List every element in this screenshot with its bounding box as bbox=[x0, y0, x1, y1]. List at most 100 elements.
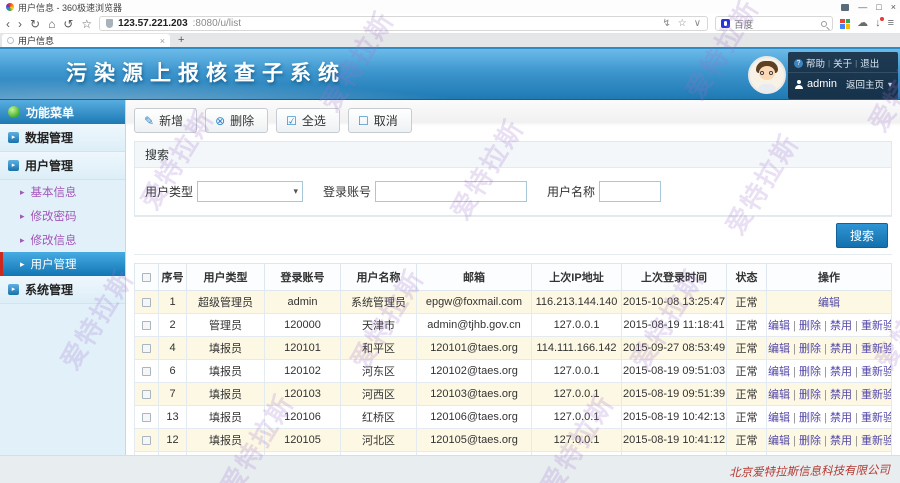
minimize-icon[interactable]: — bbox=[858, 2, 867, 12]
select-all-button[interactable]: ☑ 全选 bbox=[276, 108, 340, 133]
button-label: 取消 bbox=[374, 112, 398, 129]
operation-link[interactable]: 编辑 bbox=[768, 435, 790, 447]
flash-icon[interactable]: ↯ bbox=[662, 18, 670, 29]
operation-link[interactable]: 编辑 bbox=[768, 389, 790, 401]
search-icon[interactable] bbox=[821, 21, 827, 27]
cell-login-account: 120101 bbox=[265, 337, 341, 360]
download-icon[interactable]: ↓ bbox=[875, 18, 881, 29]
table-header-row: 序号用户类型登录账号用户名称邮箱上次IP地址上次登录时间状态操作 bbox=[135, 264, 892, 291]
operation-link[interactable]: 删除 bbox=[799, 435, 821, 447]
row-checkbox[interactable] bbox=[142, 344, 151, 353]
table-row[interactable]: 13 填报员 120106 红桥区 120106@taes.org 127.0.… bbox=[135, 406, 892, 429]
table-row[interactable]: 6 填报员 120102 河东区 120102@taes.org 127.0.0… bbox=[135, 360, 892, 383]
table-row[interactable]: 4 填报员 120101 和平区 120101@taes.org 114.111… bbox=[135, 337, 892, 360]
sidebar-item-system-management[interactable]: 系统管理 bbox=[0, 276, 125, 304]
row-checkbox[interactable] bbox=[142, 390, 151, 399]
operation-link[interactable]: 重新验证 bbox=[861, 435, 892, 447]
cell-last-login-time: 2015-10-08 13:25:47 bbox=[622, 291, 727, 314]
sidebar-item-modify-info[interactable]: 修改信息 bbox=[0, 228, 125, 252]
back-icon[interactable]: ‹ bbox=[6, 18, 10, 30]
operation-link[interactable]: 删除 bbox=[799, 389, 821, 401]
column-header: 用户类型 bbox=[187, 264, 265, 291]
row-checkbox[interactable] bbox=[142, 298, 151, 307]
username: admin bbox=[807, 78, 837, 90]
tab-close-icon[interactable]: × bbox=[160, 36, 165, 46]
bookmark-star-icon[interactable]: ☆ bbox=[678, 18, 687, 29]
chevron-down-icon[interactable]: ∨ bbox=[694, 18, 701, 29]
sidebar-item-user-management[interactable]: 用户管理 bbox=[0, 252, 125, 276]
table-row[interactable]: 7 填报员 120103 河西区 120103@taes.org 127.0.0… bbox=[135, 383, 892, 406]
operation-link[interactable]: 删除 bbox=[799, 366, 821, 378]
tab-user-info[interactable]: 用户信息 × bbox=[2, 34, 170, 47]
add-button[interactable]: ✎ 新增 bbox=[134, 108, 197, 133]
operation-link[interactable]: 编辑 bbox=[818, 297, 840, 309]
user-type-select[interactable]: ▾ bbox=[197, 181, 303, 202]
operation-link[interactable]: 重新验证 bbox=[861, 366, 892, 378]
operation-link[interactable]: 重新验证 bbox=[861, 320, 892, 332]
table-row[interactable]: 12 填报员 120105 河北区 120105@taes.org 127.0.… bbox=[135, 429, 892, 452]
menu-icon[interactable]: ≡ bbox=[888, 18, 894, 29]
refresh-icon[interactable]: ↻ bbox=[30, 18, 40, 30]
search-action-row: 搜索 bbox=[134, 216, 892, 255]
operation-link[interactable]: 删除 bbox=[799, 343, 821, 355]
delete-button[interactable]: ⊗ 删除 bbox=[205, 108, 268, 133]
cancel-button[interactable]: ☐ 取消 bbox=[348, 108, 412, 133]
operation-link[interactable]: 编辑 bbox=[768, 412, 790, 424]
forward-icon[interactable]: › bbox=[18, 18, 22, 30]
table-row[interactable]: 1 超级管理员 admin 系统管理员 epgw@foxmail.com 116… bbox=[135, 291, 892, 314]
user-name-input[interactable] bbox=[599, 181, 661, 202]
help-link[interactable]: 帮助 bbox=[806, 56, 825, 70]
operation-link[interactable]: 重新验证 bbox=[861, 412, 892, 424]
cell-user-type: 填报员 bbox=[187, 360, 265, 383]
cell-last-ip: 127.0.0.1 bbox=[532, 406, 622, 429]
history-icon[interactable]: ↺ bbox=[63, 18, 73, 30]
operation-link[interactable]: 禁用 bbox=[830, 320, 852, 332]
operation-link[interactable]: 重新验证 bbox=[861, 389, 892, 401]
sidebar-item-data-management[interactable]: 数据管理 bbox=[0, 124, 125, 152]
row-checkbox[interactable] bbox=[142, 436, 151, 445]
browser-skin-icon[interactable] bbox=[841, 4, 849, 11]
cloud-icon[interactable]: ☁ bbox=[857, 18, 868, 29]
maximize-icon[interactable]: □ bbox=[876, 2, 881, 12]
cell-status: 正常 bbox=[727, 406, 767, 429]
sidebar-item-change-password[interactable]: 修改密码 bbox=[0, 204, 125, 228]
operation-link[interactable]: 禁用 bbox=[830, 343, 852, 355]
header-checkbox[interactable] bbox=[142, 273, 151, 282]
sidebar-item-label: 基本信息 bbox=[31, 184, 77, 200]
operation-link[interactable]: 禁用 bbox=[830, 389, 852, 401]
operation-link[interactable]: 编辑 bbox=[768, 320, 790, 332]
logout-link[interactable]: 退出 bbox=[860, 56, 879, 70]
row-checkbox[interactable] bbox=[142, 367, 151, 376]
sidebar-item-user-management-group[interactable]: 用户管理 bbox=[0, 152, 125, 180]
address-bar[interactable]: 123.57.221.203:8080/u/list ↯ ☆ ∨ bbox=[99, 16, 708, 31]
column-header: 操作 bbox=[767, 264, 892, 291]
table-row[interactable]: 2 管理员 120000 天津市 admin@tjhb.gov.cn 127.0… bbox=[135, 314, 892, 337]
about-link[interactable]: 关于 bbox=[833, 56, 852, 70]
new-tab-button[interactable]: + bbox=[178, 34, 184, 47]
operation-link[interactable]: 禁用 bbox=[830, 366, 852, 378]
operation-link[interactable]: 禁用 bbox=[830, 435, 852, 447]
cell-email: admin@tjhb.gov.cn bbox=[417, 314, 532, 337]
operation-link[interactable]: 重新验证 bbox=[861, 343, 892, 355]
home-link[interactable]: 返回主页 bbox=[846, 77, 884, 91]
apps-grid-icon[interactable] bbox=[840, 19, 850, 29]
search-button[interactable]: 搜索 bbox=[836, 223, 888, 248]
caret-down-icon[interactable]: ▾ bbox=[888, 80, 892, 89]
operation-link[interactable]: 删除 bbox=[799, 320, 821, 332]
home-icon[interactable]: ⌂ bbox=[48, 18, 55, 30]
favorite-icon[interactable]: ☆ bbox=[81, 18, 92, 30]
login-account-input[interactable] bbox=[375, 181, 527, 202]
cell-user-type: 填报员 bbox=[187, 383, 265, 406]
operation-link[interactable]: 删除 bbox=[799, 412, 821, 424]
column-header: 用户名称 bbox=[341, 264, 417, 291]
search-engine-box[interactable]: 百度 bbox=[715, 16, 833, 31]
row-checkbox[interactable] bbox=[142, 413, 151, 422]
company-watermark: 北京爱特拉斯信息科技有限公司 bbox=[729, 462, 890, 481]
row-checkbox[interactable] bbox=[142, 321, 151, 330]
operation-link[interactable]: 禁用 bbox=[830, 412, 852, 424]
operation-link[interactable]: 编辑 bbox=[768, 366, 790, 378]
close-icon[interactable]: × bbox=[891, 2, 896, 12]
operation-link[interactable]: 编辑 bbox=[768, 343, 790, 355]
cell-operations: 编辑 | 删除 | 禁用 | 重新验证 bbox=[767, 383, 892, 406]
sidebar-item-basic-info[interactable]: 基本信息 bbox=[0, 180, 125, 204]
